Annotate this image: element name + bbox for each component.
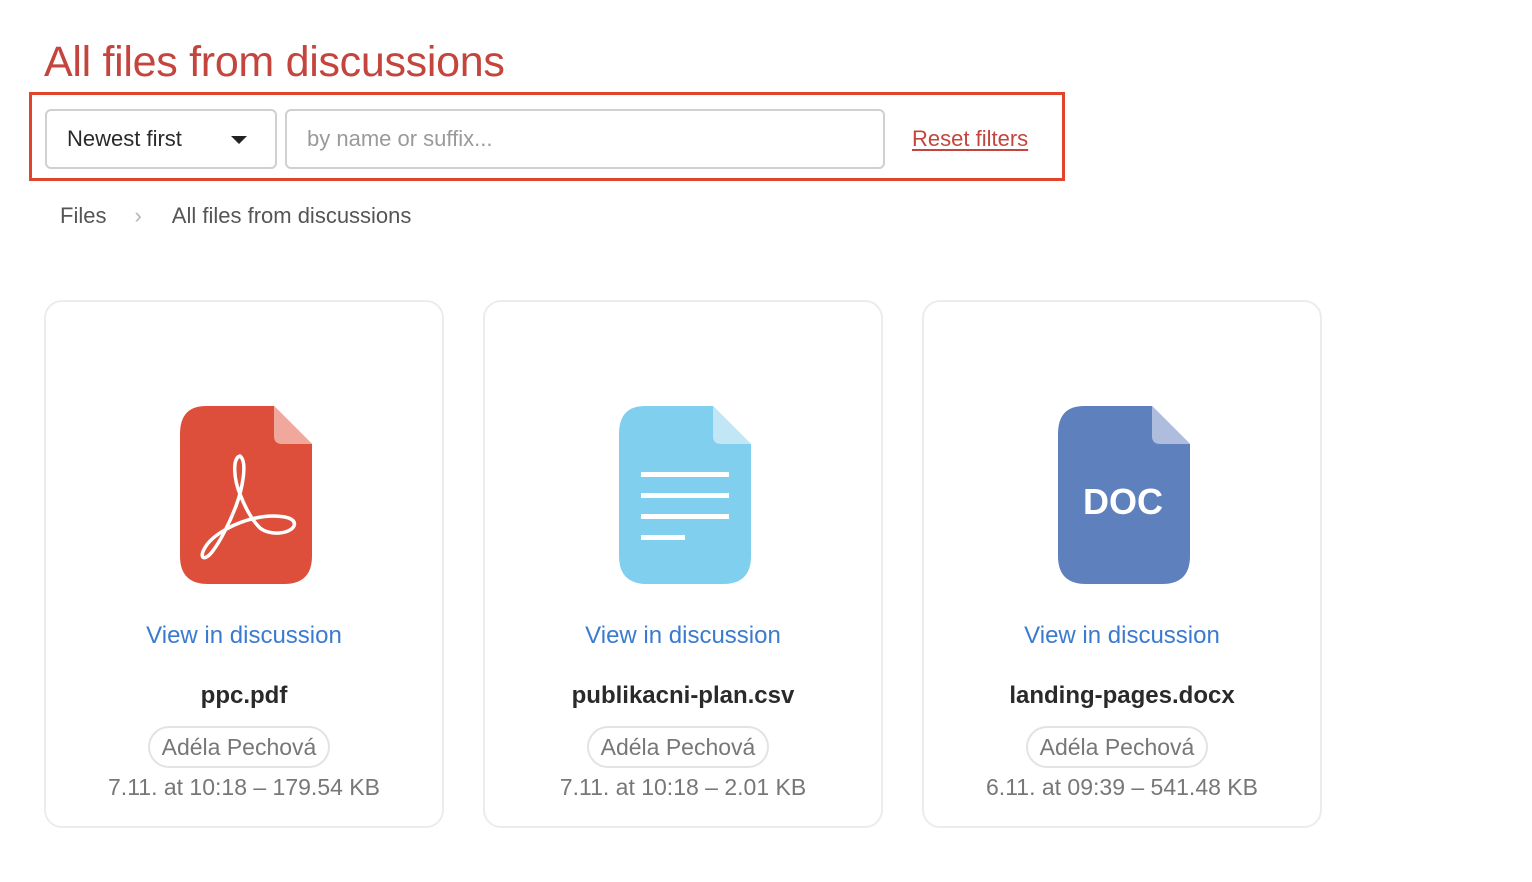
file-meta: 7.11. at 10:18 – 2.01 KB <box>559 774 807 800</box>
author-badge: Adéla Pechová <box>1025 726 1209 768</box>
file-card[interactable]: View in discussion publikacni-plan.csv A… <box>483 300 883 828</box>
view-in-discussion-link[interactable]: View in discussion <box>485 622 881 650</box>
chevron-right-icon: › <box>134 203 142 228</box>
breadcrumb-item-current: All files from discussions <box>171 203 412 228</box>
reset-filters-link[interactable]: Reset filters <box>912 126 1028 152</box>
file-meta: 7.11. at 10:18 – 179.54 KB <box>108 774 380 800</box>
doc-icon-label: DOC <box>1083 481 1163 522</box>
file-name[interactable]: publikacni-plan.csv <box>485 682 881 710</box>
view-in-discussion-link[interactable]: View in discussion <box>924 622 1320 650</box>
breadcrumb-item-files[interactable]: Files <box>60 203 106 229</box>
caret-down-icon <box>231 136 247 144</box>
file-meta: 6.11. at 09:39 – 541.48 KB <box>986 774 1258 800</box>
sort-select-value: Newest first <box>67 126 182 151</box>
breadcrumb: Files › All files from discussions <box>60 203 411 229</box>
sort-select[interactable]: Newest first <box>45 109 277 169</box>
text-file-icon <box>619 406 751 584</box>
author-badge: Adéla Pechová <box>147 726 331 768</box>
file-card[interactable]: View in discussion ppc.pdf Adéla Pechová… <box>44 300 444 828</box>
doc-file-icon: DOC <box>1058 406 1190 584</box>
view-in-discussion-link[interactable]: View in discussion <box>46 622 442 650</box>
page-title: All files from discussions <box>44 38 505 86</box>
file-card[interactable]: DOC View in discussion landing-pages.doc… <box>922 300 1322 828</box>
pdf-file-icon <box>180 406 312 584</box>
file-name[interactable]: ppc.pdf <box>46 682 442 710</box>
search-input[interactable] <box>285 109 885 169</box>
file-name[interactable]: landing-pages.docx <box>924 682 1320 710</box>
author-badge: Adéla Pechová <box>586 726 770 768</box>
filter-bar: Newest first Reset filters <box>29 92 1065 181</box>
